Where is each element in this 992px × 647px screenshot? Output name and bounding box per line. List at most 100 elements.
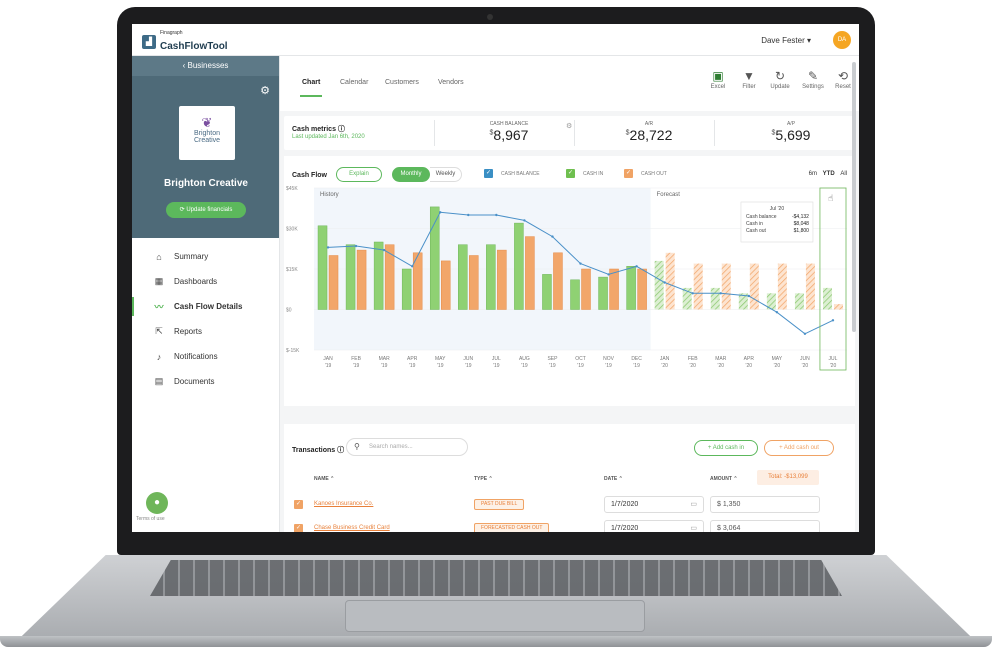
tab-chart[interactable]: Chart bbox=[299, 79, 323, 97]
cash-out-bar bbox=[328, 255, 339, 310]
settings-button[interactable]: ✎ Settings bbox=[798, 69, 828, 90]
cash-balance-point bbox=[831, 319, 835, 322]
transaction-name-link[interactable]: Chase Business Credit Card bbox=[314, 525, 390, 531]
legend-cash-in[interactable]: ✓ CASH IN bbox=[566, 169, 603, 178]
app-logo[interactable]: ▟ Finagraph CashFlowTool bbox=[142, 30, 228, 54]
table-row[interactable]: ✓ Kanoes Insurance Co. PAST DUE BILL 1/7… bbox=[284, 494, 844, 516]
sidebar-item-label: Reports bbox=[174, 327, 203, 336]
date-field[interactable]: 1/7/2020 ▭ bbox=[604, 496, 704, 513]
chat-icon[interactable]: ● bbox=[146, 492, 168, 514]
hand-cursor-icon: ☝ bbox=[828, 194, 833, 204]
sidebar-item-reports[interactable]: ⇱ Reports bbox=[132, 319, 279, 344]
x-tick-label: MAR bbox=[715, 356, 727, 362]
x-tick-label: '19 bbox=[325, 363, 332, 369]
laptop-base-lip bbox=[0, 636, 992, 647]
x-tick-label: AUG bbox=[519, 356, 530, 362]
legend-cash-out[interactable]: ✓ CASH OUT bbox=[624, 169, 667, 178]
main-content: Chart Calendar Customers Vendors ▣ Excel … bbox=[280, 56, 859, 532]
cash-out-bar bbox=[581, 268, 591, 310]
filter-label: Filter bbox=[742, 84, 756, 90]
app-screen: ▟ Finagraph CashFlowTool Dave Fester ▾ D… bbox=[132, 24, 859, 532]
x-tick-label: '19 bbox=[633, 363, 640, 369]
excel-button[interactable]: ▣ Excel bbox=[703, 69, 733, 90]
sidebar: ‹ Businesses ⚙ ❦ Brighton Creative Brigh… bbox=[132, 56, 280, 532]
scrollbar[interactable] bbox=[852, 62, 856, 332]
x-tick-label: JUN bbox=[463, 356, 473, 362]
tab-calendar[interactable]: Calendar bbox=[340, 79, 368, 86]
cash-balance-point bbox=[495, 213, 498, 217]
back-to-businesses-link[interactable]: ‹ Businesses bbox=[132, 56, 279, 76]
calendar-icon[interactable]: ▭ bbox=[690, 497, 697, 512]
column-header-type[interactable]: TYPE ⌃ bbox=[474, 476, 493, 482]
cash-flow-chart[interactable]: History Forecast$45K$30K$15K$0$-15KJAN'19… bbox=[284, 180, 855, 406]
date-value: 1/7/2020 bbox=[611, 501, 639, 508]
cash-balance-point bbox=[803, 332, 807, 335]
sidebar-item-dashboards[interactable]: ▦ Dashboards bbox=[132, 269, 279, 294]
cash-balance-point bbox=[719, 292, 722, 295]
x-tick-label: MAY bbox=[772, 356, 783, 362]
divider bbox=[574, 120, 575, 146]
x-tick-label: '19 bbox=[381, 363, 388, 369]
x-tick-label: '19 bbox=[521, 363, 528, 369]
table-row[interactable]: ✓ Chase Business Credit Card FORECASTED … bbox=[284, 518, 844, 532]
sidebar-item-summary[interactable]: ⌂ Summary bbox=[132, 244, 279, 269]
amount-field[interactable]: $ 1,350 bbox=[710, 496, 820, 513]
date-value: 1/7/2020 bbox=[611, 525, 639, 532]
amount-field[interactable]: $ 3,064 bbox=[710, 520, 820, 532]
update-financials-button[interactable]: ⟳ Update financials bbox=[166, 202, 246, 218]
y-tick-label: $45K bbox=[286, 186, 298, 192]
business-logo: ❦ Brighton Creative bbox=[179, 106, 235, 160]
keyboard bbox=[150, 560, 842, 596]
calendar-icon[interactable]: ▭ bbox=[690, 521, 697, 532]
legend-label: CASH BALANCE bbox=[501, 170, 540, 177]
tab-customers[interactable]: Customers bbox=[385, 79, 419, 86]
gear-icon[interactable]: ⚙ bbox=[260, 84, 270, 97]
search-input[interactable]: ⚲ Search names... bbox=[346, 438, 468, 456]
cash-out-bar bbox=[749, 263, 759, 310]
cash-balance-point bbox=[551, 235, 554, 238]
add-cash-out-button[interactable]: + Add cash out bbox=[764, 440, 834, 456]
checkbox-icon[interactable]: ✓ bbox=[294, 524, 303, 532]
settings-small-icon[interactable]: ⚙ bbox=[566, 122, 572, 130]
divider bbox=[714, 120, 715, 146]
checkbox-icon[interactable]: ✓ bbox=[294, 500, 303, 509]
y-tick-label: $-15K bbox=[286, 348, 300, 354]
date-field[interactable]: 1/7/2020 ▭ bbox=[604, 520, 704, 532]
wrench-icon: ✎ bbox=[807, 69, 819, 83]
total-badge: Total: -$13,099 bbox=[757, 470, 819, 485]
filter-button[interactable]: ▼ Filter bbox=[734, 69, 764, 90]
sidebar-item-cash-flow-details[interactable]: 〰 Cash Flow Details bbox=[132, 294, 279, 319]
brand-small: Finagraph bbox=[160, 30, 183, 36]
x-tick-label: '20 bbox=[717, 363, 724, 369]
selected-column-highlight bbox=[819, 187, 847, 371]
tab-vendors[interactable]: Vendors bbox=[438, 79, 464, 86]
x-tick-label: JAN bbox=[323, 356, 333, 362]
tooltip-row-value: -$4,132 bbox=[792, 214, 809, 220]
range-ytd[interactable]: YTD bbox=[823, 171, 835, 177]
trackpad bbox=[345, 600, 645, 632]
update-button[interactable]: ↻ Update bbox=[765, 69, 795, 90]
sidebar-item-documents[interactable]: ▤ Documents bbox=[132, 369, 279, 394]
sidebar-item-label: Notifications bbox=[174, 352, 218, 361]
x-tick-label: '19 bbox=[549, 363, 556, 369]
sidebar-item-notifications[interactable]: ♪ Notifications bbox=[132, 344, 279, 369]
cash-in-bar bbox=[626, 266, 636, 310]
add-cash-in-button[interactable]: + Add cash in bbox=[694, 440, 758, 456]
x-tick-label: FEB bbox=[351, 356, 361, 362]
terms-link[interactable]: Terms of use bbox=[136, 516, 165, 522]
avatar[interactable]: DA bbox=[833, 31, 851, 49]
range-6m[interactable]: 6m bbox=[809, 171, 817, 177]
legend-cash-balance[interactable]: ✓ CASH BALANCE bbox=[484, 169, 540, 178]
transaction-name-link[interactable]: Kanoes Insurance Co. bbox=[314, 501, 373, 507]
column-header-name[interactable]: NAME ⌃ bbox=[314, 476, 334, 482]
cash-out-bar bbox=[497, 249, 507, 310]
business-logo-line2: Creative bbox=[193, 137, 221, 144]
range-all[interactable]: All bbox=[840, 171, 847, 177]
user-menu[interactable]: Dave Fester ▾ bbox=[761, 36, 811, 45]
column-header-amount[interactable]: AMOUNT ⌃ bbox=[710, 476, 738, 482]
cash-flow-card: Cash Flow Explain Monthly Weekly ✓ CASH B… bbox=[284, 156, 855, 406]
column-header-date[interactable]: DATE ⌃ bbox=[604, 476, 623, 482]
cash-balance-point bbox=[410, 265, 414, 268]
cash-balance-value: 8,967 bbox=[493, 127, 529, 143]
x-tick-label: APR bbox=[407, 356, 418, 362]
